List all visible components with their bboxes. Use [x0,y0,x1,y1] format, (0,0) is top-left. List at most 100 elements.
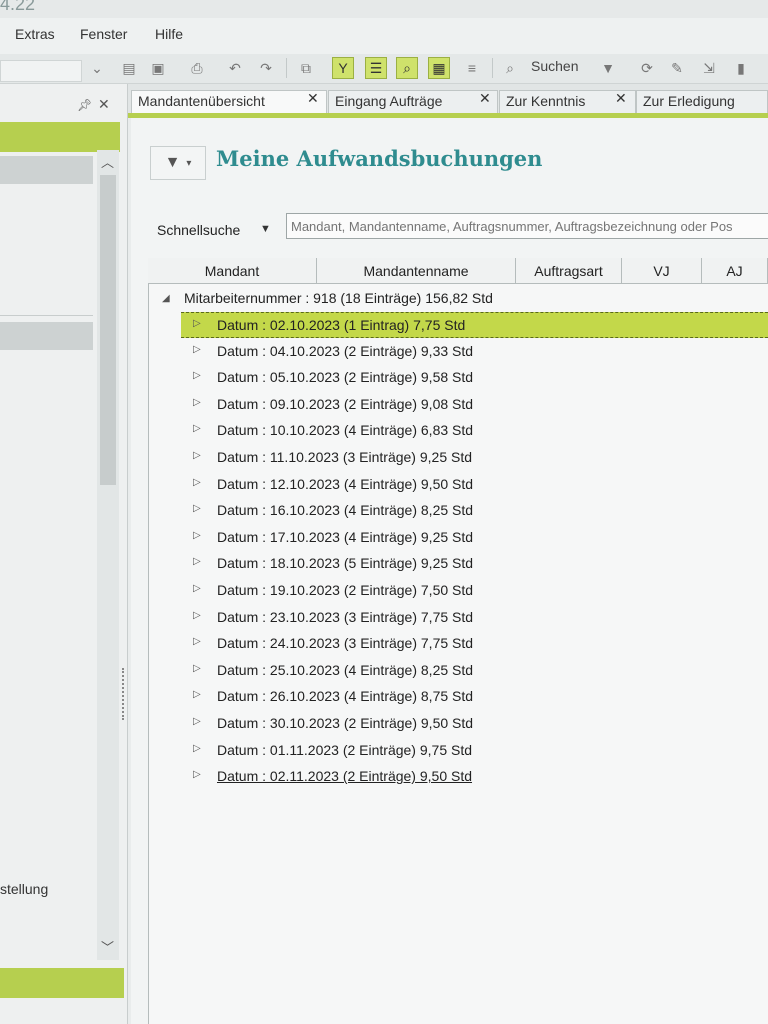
chevron-down-icon[interactable]: ▼ [260,223,271,235]
export-icon[interactable]: ⇲ [698,57,720,79]
redo-icon[interactable]: ↷ [255,57,277,79]
table-row[interactable]: ▷ Datum : 25.10.2023 (4 Einträge) 8,25 St… [181,658,768,684]
left-panel-header-bar [0,122,120,152]
row-label: Datum : 09.10.2023 (2 Einträge) 9,08 Std [217,395,474,412]
page-title: Meine Aufwandsbuchungen [216,146,543,171]
table-row[interactable]: ▷ Datum : 02.10.2023 (1 Eintrag) 7,75 Std [181,312,768,338]
left-panel-item-label[interactable]: stellung [0,881,48,897]
app-version: 4.22 [0,0,36,14]
search-button-label[interactable]: Suchen [531,58,578,74]
table-row[interactable]: ▷ Datum : 05.10.2023 (2 Einträge) 9,58 St… [181,365,768,391]
collapse-triangle-icon[interactable]: ◢ [162,293,170,304]
pin-icon[interactable]: 📌︎ [77,98,92,112]
row-label: Datum : 05.10.2023 (2 Einträge) 9,58 Std [217,369,474,386]
chevron-up-icon[interactable]: ︿ [101,152,114,171]
chevron-down-icon[interactable]: ⌄ [86,57,108,79]
quick-search-label: Schnellsuche [157,222,241,238]
expand-triangle-icon[interactable]: ▷ [193,610,201,621]
column-header-vj[interactable]: VJ [622,258,702,284]
column-header-auftragsart[interactable]: Auftragsart [516,258,622,284]
print-icon[interactable]: ⎙ [186,57,208,79]
chevron-down-icon[interactable]: ﹀ [101,937,114,956]
undo-icon[interactable]: ↶ [224,57,246,79]
splitter-handle[interactable] [122,668,125,720]
expand-triangle-icon[interactable]: ▷ [193,716,201,727]
toolbar-combo[interactable] [0,60,82,82]
table-row[interactable]: ▷ Datum : 11.10.2023 (3 Einträge) 9,25 St… [181,445,768,471]
row-label: Datum : 18.10.2023 (5 Einträge) 9,25 Std [217,555,474,572]
grid-view-icon[interactable]: ▦ [428,57,450,79]
table-row[interactable]: ▷ Datum : 17.10.2023 (4 Einträge) 9,25 St… [181,525,768,551]
close-icon[interactable]: ✕ [98,96,110,113]
expand-triangle-icon[interactable]: ▷ [193,477,201,488]
expand-triangle-icon[interactable]: ▷ [193,423,201,434]
table-row[interactable]: ▷ Datum : 18.10.2023 (5 Einträge) 9,25 St… [181,551,768,577]
expand-triangle-icon[interactable]: ▷ [193,743,201,754]
expand-triangle-icon[interactable]: ▷ [193,344,201,355]
tab-mandantenuebersicht[interactable]: Mandantenübersicht [131,90,327,114]
row-label: Datum : 02.10.2023 (1 Eintrag) 7,75 Std [217,317,466,333]
group-row-label[interactable]: Mitarbeiternummer : 918 (18 Einträge) 15… [184,290,493,306]
close-icon[interactable]: ✕ [479,90,491,107]
copy-icon[interactable]: ⧉ [295,57,317,79]
edit-icon[interactable]: ✎ [666,57,688,79]
expand-triangle-icon[interactable]: ▷ [193,769,201,780]
expand-triangle-icon[interactable]: ▷ [193,450,201,461]
column-header-mandant[interactable]: Mandant [148,258,317,284]
filter-tree-icon[interactable]: Y [332,57,354,79]
tab-eingang-auftraege[interactable]: Eingang Aufträge [328,90,498,114]
filter-dropdown-button[interactable]: ▼ ▾ [150,146,206,180]
expand-triangle-icon[interactable]: ▷ [193,689,201,700]
quick-search-input[interactable] [286,213,768,239]
expand-triangle-icon[interactable]: ▷ [193,636,201,647]
close-icon[interactable]: ✕ [615,90,627,107]
new-document-icon[interactable]: ▤ [118,57,140,79]
funnel-icon[interactable]: ▼ [597,57,619,79]
close-icon[interactable]: ✕ [307,90,319,107]
table-row[interactable]: ▷ Datum : 16.10.2023 (4 Einträge) 8,25 St… [181,498,768,524]
menu-hilfe[interactable]: Hilfe [155,26,183,42]
column-header-aj[interactable]: AJ [702,258,768,284]
left-panel-item[interactable] [0,156,93,184]
table-row[interactable]: ▷ Datum : 26.10.2023 (4 Einträge) 8,75 St… [181,684,768,710]
row-label: Datum : 25.10.2023 (4 Einträge) 8,25 Std [217,661,474,678]
column-header-mandantenname[interactable]: Mandantenname [317,258,516,284]
table-row[interactable]: ▷ Datum : 24.10.2023 (3 Einträge) 7,75 St… [181,631,768,657]
funnel-icon: ▼ [164,154,181,171]
list-indent-icon[interactable]: ☰ [365,57,387,79]
tab-zur-erledigung[interactable]: Zur Erledigung [636,90,768,114]
table-row[interactable]: ▷ Datum : 04.10.2023 (2 Einträge) 9,33 St… [181,339,768,365]
expand-triangle-icon[interactable]: ▷ [193,370,201,381]
search-icon[interactable]: ⌕ [499,57,521,79]
search-preview-icon[interactable]: ⌕ [396,57,418,79]
expand-triangle-icon[interactable]: ▷ [193,503,201,514]
table-row[interactable]: ▷ Datum : 12.10.2023 (4 Einträge) 9,50 St… [181,472,768,498]
battery-icon[interactable]: ▮ [730,57,752,79]
row-label: Datum : 10.10.2023 (4 Einträge) 6,83 Std [217,422,474,439]
table-row[interactable]: ▷ Datum : 10.10.2023 (4 Einträge) 6,83 St… [181,418,768,444]
menu-extras[interactable]: Extras [15,26,55,42]
table-row[interactable]: ▷ Datum : 02.11.2023 (2 Einträge) 9,50 St… [181,764,768,790]
table-row[interactable]: ▷ Datum : 23.10.2023 (3 Einträge) 7,75 St… [181,605,768,631]
table-row[interactable]: ▷ Datum : 01.11.2023 (2 Einträge) 9,75 St… [181,738,768,764]
list-view-icon[interactable]: ≡ [461,57,483,79]
table-row[interactable]: ▷ Datum : 30.10.2023 (2 Einträge) 9,50 St… [181,711,768,737]
tab-label: Mandantenübersicht [138,93,265,109]
left-panel-item[interactable] [0,322,93,350]
expand-triangle-icon[interactable]: ▷ [193,397,201,408]
expand-triangle-icon[interactable]: ▷ [193,583,201,594]
scrollbar-thumb[interactable] [100,175,116,485]
table-row[interactable]: ▷ Datum : 19.10.2023 (2 Einträge) 7,50 St… [181,578,768,604]
row-label: Datum : 19.10.2023 (2 Einträge) 7,50 Std [217,582,474,598]
table-row[interactable]: ▷ Datum : 09.10.2023 (2 Einträge) 9,08 St… [181,392,768,418]
menu-fenster[interactable]: Fenster [80,26,127,42]
save-icon[interactable]: ▣ [147,57,169,79]
row-label: Datum : 04.10.2023 (2 Einträge) 9,33 Std [217,342,474,359]
refresh-icon[interactable]: ⟳ [636,57,658,79]
expand-triangle-icon[interactable]: ▷ [193,663,201,674]
chevron-down-icon: ▾ [186,157,192,169]
expand-triangle-icon[interactable]: ▷ [193,556,201,567]
row-label: Datum : 01.11.2023 (2 Einträge) 9,75 Std [217,741,473,758]
expand-triangle-icon[interactable]: ▷ [193,530,201,541]
expand-triangle-icon[interactable]: ▷ [193,318,201,329]
